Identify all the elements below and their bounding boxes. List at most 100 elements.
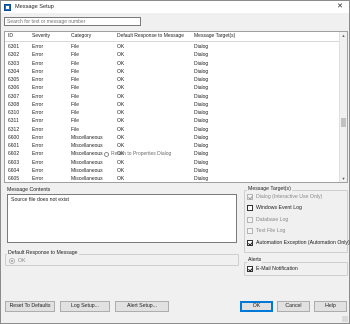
cell-severity: Error xyxy=(32,68,44,75)
email-notification-checkbox[interactable] xyxy=(247,266,253,272)
table-row[interactable]: 6600 Error Miscellaneous OK Dialog xyxy=(5,134,340,142)
message-target-option[interactable]: Windows Event Log xyxy=(247,205,302,211)
cell-severity: Error xyxy=(32,167,44,174)
cell-message-targets: Dialog xyxy=(194,159,209,166)
cell-category: Miscellaneous xyxy=(71,167,103,174)
cell-severity: Error xyxy=(32,134,44,141)
reset-to-defaults-button[interactable]: Reset To Defaults xyxy=(5,301,55,312)
message-setup-window: Message Setup ✕ ID Severity Category Def… xyxy=(0,0,350,324)
message-contents-box[interactable]: Source file does not exist xyxy=(7,194,237,243)
log-setup-button[interactable]: Log Setup... xyxy=(60,301,110,312)
table-row[interactable]: 6306 Error File OK Dialog xyxy=(5,84,340,92)
cell-message-targets: Dialog xyxy=(194,151,209,158)
message-target-label: Windows Event Log xyxy=(256,205,302,211)
column-header-id[interactable]: ID xyxy=(8,32,13,40)
close-icon[interactable]: ✕ xyxy=(333,2,347,12)
cell-default-response: OK xyxy=(117,134,125,141)
cell-id: 6305 xyxy=(8,77,20,84)
cell-severity: Error xyxy=(32,52,44,59)
table-row[interactable]: 6307 Error File OK Dialog xyxy=(5,93,340,101)
scroll-up-arrow-icon[interactable]: ▲ xyxy=(340,32,347,39)
cell-default-response: OK xyxy=(117,110,125,117)
table-row[interactable]: 6302 Error File OK Dialog xyxy=(5,51,340,59)
message-targets-label: Message Target(s) xyxy=(247,186,292,192)
cell-category: File xyxy=(71,77,80,84)
cell-message-targets: Dialog xyxy=(194,68,209,75)
ok-radio[interactable] xyxy=(9,258,15,264)
cell-category: File xyxy=(71,52,80,59)
cell-severity: Error xyxy=(32,151,44,158)
cell-id: 6602 xyxy=(8,151,20,158)
help-button[interactable]: Help xyxy=(314,301,347,312)
alert-setup-button[interactable]: Alert Setup... xyxy=(115,301,169,312)
ok-button[interactable]: OK xyxy=(240,301,273,312)
table-row[interactable]: 6311 Error File OK Dialog xyxy=(5,117,340,125)
default-response-option[interactable]: OK xyxy=(9,258,26,264)
message-target-option[interactable]: Automation Exception (Automation Only) xyxy=(247,240,350,246)
column-header-category[interactable]: Category xyxy=(71,32,91,40)
cell-category: Miscellaneous xyxy=(71,176,103,183)
cell-default-response: OK xyxy=(117,60,125,67)
cancel-button[interactable]: Cancel xyxy=(277,301,310,312)
cell-default-response: OK xyxy=(117,126,125,133)
message-target-checkbox[interactable] xyxy=(247,205,253,211)
email-notification-option[interactable]: E-Mail Notification xyxy=(247,266,298,272)
table-row[interactable]: 6303 Error File OK Dialog xyxy=(5,60,340,68)
table-row[interactable]: 6304 Error File OK Dialog xyxy=(5,68,340,76)
cell-default-response: OK xyxy=(117,167,125,174)
grid-header: ID Severity Category Default Response to… xyxy=(5,32,340,42)
message-target-label: Automation Exception (Automation Only) xyxy=(256,240,350,246)
table-row[interactable]: 6310 Error File OK Dialog xyxy=(5,109,340,117)
message-target-checkbox xyxy=(247,194,253,200)
cell-message-targets: Dialog xyxy=(194,101,209,108)
return-arrow-icon xyxy=(104,151,109,157)
table-row[interactable]: 6602 Error Miscellaneous OK Dialog xyxy=(5,150,340,158)
cell-severity: Error xyxy=(32,176,44,183)
cell-category: File xyxy=(71,126,80,133)
message-target-option: Database Log xyxy=(247,217,288,223)
scroll-down-arrow-icon[interactable]: ▼ xyxy=(340,175,347,182)
cell-default-response: OK xyxy=(117,93,125,100)
grid-scrollbar[interactable]: ▲ ▼ xyxy=(339,32,347,182)
cell-severity: Error xyxy=(32,44,44,50)
grid-rows: 6301 Error File OK Dialog 6302 Error File OK Dial… xyxy=(5,43,340,183)
message-target-label: Database Log xyxy=(256,217,289,223)
cell-default-response: OK xyxy=(117,52,125,59)
window-title: Message Setup xyxy=(15,4,54,10)
cell-category: File xyxy=(71,60,80,67)
cell-severity: Error xyxy=(32,159,44,166)
search-input[interactable] xyxy=(4,17,141,26)
cell-category: Miscellaneous xyxy=(71,143,103,150)
table-row[interactable]: 6603 Error Miscellaneous OK Dialog xyxy=(5,159,340,167)
column-header-default-response[interactable]: Default Response to Message xyxy=(117,32,184,40)
cell-message-targets: Dialog xyxy=(194,118,209,125)
cell-message-targets: Dialog xyxy=(194,93,209,100)
message-target-checkbox xyxy=(247,217,253,223)
cell-id: 6601 xyxy=(8,143,20,150)
cell-category: Miscellaneous xyxy=(71,151,103,158)
column-header-severity[interactable]: Severity xyxy=(32,32,50,40)
cell-id: 6301 xyxy=(8,44,20,50)
table-row[interactable]: 6305 Error File OK Dialog xyxy=(5,76,340,84)
return-to-properties-text: Return to Properties Dialog xyxy=(111,151,172,157)
cell-severity: Error xyxy=(32,85,44,92)
table-row[interactable]: 6308 Error File OK Dialog xyxy=(5,101,340,109)
cell-severity: Error xyxy=(32,60,44,67)
cell-default-response: OK xyxy=(117,77,125,84)
resize-grip-icon[interactable] xyxy=(342,316,348,322)
table-row[interactable]: 6601 Error Miscellaneous OK Dialog xyxy=(5,142,340,150)
table-row[interactable]: 6605 Error Miscellaneous OK Dialog xyxy=(5,175,340,183)
cell-message-targets: Dialog xyxy=(194,110,209,117)
table-row[interactable]: 6301 Error File OK Dialog xyxy=(5,43,340,51)
table-row[interactable]: 6312 Error File OK Dialog xyxy=(5,126,340,134)
cell-id: 6302 xyxy=(8,52,20,59)
email-notification-label: E-Mail Notification xyxy=(256,266,298,272)
scroll-thumb[interactable] xyxy=(341,118,346,127)
cell-message-targets: Dialog xyxy=(194,52,209,59)
message-target-checkbox[interactable] xyxy=(247,240,253,246)
cell-severity: Error xyxy=(32,126,44,133)
cell-severity: Error xyxy=(32,143,44,150)
column-header-message-targets[interactable]: Message Target(s) xyxy=(194,32,235,40)
table-row[interactable]: 6604 Error Miscellaneous OK Dialog xyxy=(5,167,340,175)
cell-default-response: OK xyxy=(117,85,125,92)
